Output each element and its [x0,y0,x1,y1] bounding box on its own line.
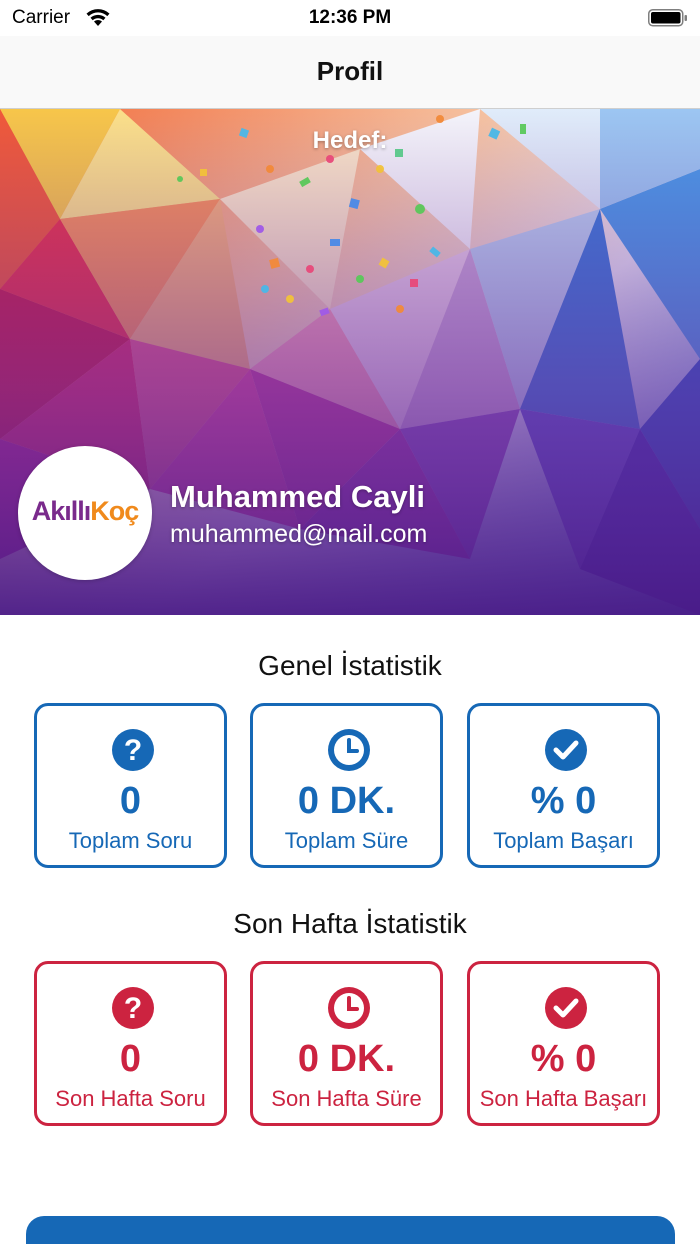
clock-icon [328,729,370,771]
stat-value: % 0 [530,780,597,822]
stat-label: Toplam Soru [68,828,193,853]
user-name: Muhammed Cayli [170,479,425,514]
stat-card-weekly-success[interactable]: % 0 Son Hafta Başarı [467,961,660,1126]
stat-card-total-time[interactable]: 0 DK. Toplam Süre [250,703,443,868]
stat-value: 0 [119,1038,142,1080]
stat-card-total-success[interactable]: % 0 Toplam Başarı [467,703,660,868]
question-circle-icon: ? [112,729,154,771]
stat-label: Son Hafta Başarı [479,1086,648,1111]
question-circle-icon: ? [112,987,154,1029]
status-time: 12:36 PM [308,7,392,28]
check-circle-icon [545,729,587,771]
stat-label: Son Hafta Soru [55,1086,206,1111]
weekly-stats-title: Son Hafta İstatistik [233,908,467,939]
clock-icon [328,987,370,1029]
stat-card-total-questions[interactable]: ? 0 Toplam Soru [34,703,227,868]
navigation-bar: Profil [0,36,700,109]
stat-value: 0 DK. [297,1038,396,1080]
profile-screen: Carrier 12:36 PM Profil Hedef: AkıllıKoç… [0,0,700,1244]
stat-value: % 0 [530,1038,597,1080]
page-title: Profil [316,56,384,86]
stat-card-weekly-questions[interactable]: ? 0 Son Hafta Soru [34,961,227,1126]
bottom-action-button[interactable] [26,1216,675,1244]
stat-label: Son Hafta Süre [271,1086,422,1111]
battery-icon [648,9,687,27]
stat-label: Toplam Başarı [493,828,634,853]
stat-value: 0 [119,780,142,822]
goal-label: Hedef: [312,127,388,154]
svg-text:?: ? [124,992,142,1025]
stat-card-weekly-time[interactable]: 0 DK. Son Hafta Süre [250,961,443,1126]
stat-label: Toplam Süre [284,828,409,853]
avatar[interactable]: AkıllıKoç [18,446,152,580]
profile-banner: Hedef: AkıllıKoç Muhammed Cayli muhammed… [0,109,700,615]
user-email: muhammed@mail.com [170,520,428,548]
svg-text:?: ? [124,734,142,767]
akillikoc-logo: AkıllıKoç [31,496,140,526]
check-circle-icon [545,987,587,1029]
stat-value: 0 DK. [297,780,396,822]
general-stats-title: Genel İstatistik [258,650,442,681]
status-bar: Carrier 12:36 PM [0,0,700,36]
